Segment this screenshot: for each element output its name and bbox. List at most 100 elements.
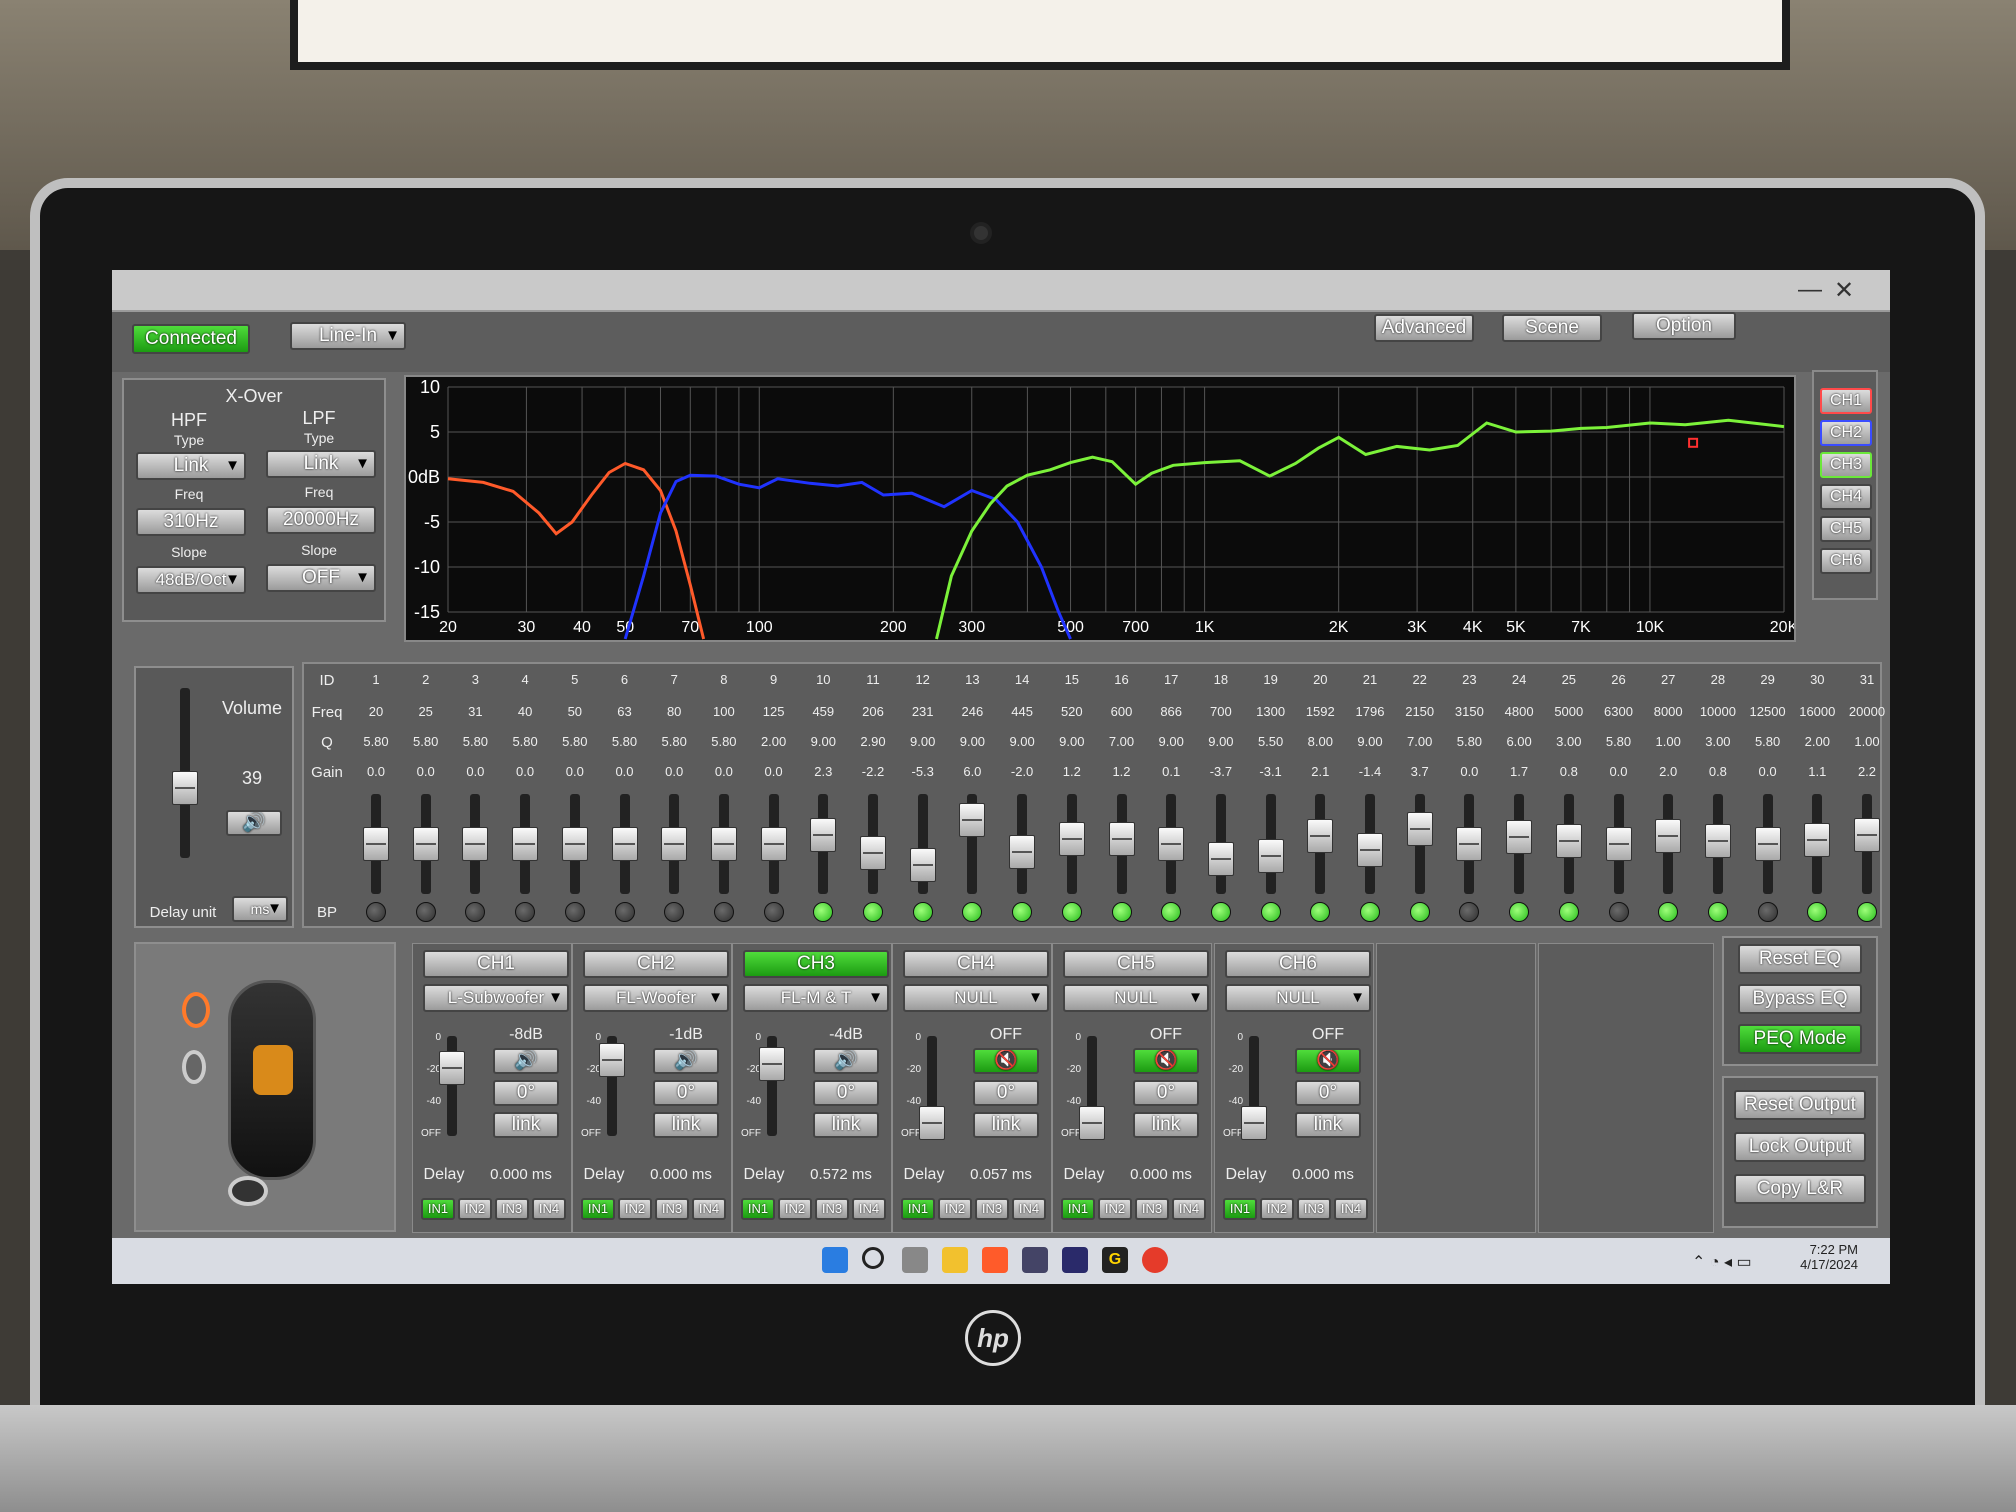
band-gain-fader[interactable]: [1506, 794, 1533, 894]
band-q-value[interactable]: 7.00: [1102, 734, 1142, 749]
input-in2-button[interactable]: IN2: [778, 1198, 812, 1220]
band-gain-fader[interactable]: [1605, 794, 1632, 894]
band-gain-knob[interactable]: [363, 827, 389, 861]
band-bypass-led[interactable]: [1012, 902, 1033, 922]
band-freqs-value[interactable]: 1300: [1251, 704, 1291, 719]
band-freqs-value[interactable]: 10000: [1698, 704, 1738, 719]
band-gain-fader[interactable]: [1207, 794, 1234, 894]
band-freqs-value[interactable]: 16000: [1797, 704, 1837, 719]
speaker-left-rear-icon[interactable]: [182, 1050, 206, 1084]
band-freqs-value[interactable]: 8000: [1648, 704, 1688, 719]
band-freqs-value[interactable]: 125: [754, 704, 794, 719]
band-bypass-led[interactable]: [664, 902, 685, 922]
band-gain-knob[interactable]: [1704, 823, 1731, 858]
band-freqs-value[interactable]: 20000: [1847, 704, 1887, 719]
band-gain-fader[interactable]: [1804, 794, 1831, 894]
band-gain-value[interactable]: 0.0: [654, 764, 694, 779]
band-q-value[interactable]: 9.00: [1151, 734, 1191, 749]
input-in1-button[interactable]: IN1: [901, 1198, 935, 1220]
band-q-value[interactable]: 6.00: [1499, 734, 1539, 749]
channel-name-button[interactable]: CH2: [583, 950, 729, 978]
band-gain-value[interactable]: 0.0: [1449, 764, 1489, 779]
band-gain-fader[interactable]: [860, 794, 886, 894]
band-gain-value[interactable]: 0.0: [455, 764, 495, 779]
band-bypass-led[interactable]: [1509, 902, 1530, 922]
input-in2-button[interactable]: IN2: [1260, 1198, 1294, 1220]
response-plot[interactable]: 1050dB-5-10-1520 30 40 50 70 100 200 300 500 700 1…: [406, 377, 1794, 640]
input-in2-button[interactable]: IN2: [458, 1198, 492, 1220]
input-in4-button[interactable]: IN4: [1172, 1198, 1206, 1220]
band-gain-fader[interactable]: [1009, 794, 1036, 894]
search-icon[interactable]: [862, 1247, 884, 1269]
band-bypass-led[interactable]: [1310, 902, 1331, 922]
band-gain-fader[interactable]: [1456, 794, 1483, 894]
band-bypass-led[interactable]: [713, 902, 734, 922]
master-volume-fader[interactable]: [172, 688, 198, 858]
channel-name-button[interactable]: CH5: [1063, 950, 1209, 978]
link-button[interactable]: link: [813, 1112, 879, 1138]
band-bypass-led[interactable]: [1111, 902, 1132, 922]
band-q-value[interactable]: 9.00: [803, 734, 843, 749]
band-q-value[interactable]: 3.00: [1549, 734, 1589, 749]
band-bypass-led[interactable]: [614, 902, 635, 922]
input-in4-button[interactable]: IN4: [1012, 1198, 1046, 1220]
connection-status-button[interactable]: Connected: [132, 324, 250, 354]
delay-value[interactable]: 0.000 ms: [1275, 1166, 1371, 1183]
band-gain-value[interactable]: 0.0: [1748, 764, 1788, 779]
band-q-value[interactable]: 9.00: [1002, 734, 1042, 749]
phase-button[interactable]: 0°: [493, 1080, 559, 1106]
band-freqs-value[interactable]: 600: [1102, 704, 1142, 719]
band-q-value[interactable]: 9.00: [1201, 734, 1241, 749]
band-q-value[interactable]: 2.90: [853, 734, 893, 749]
input-in2-button[interactable]: IN2: [938, 1198, 972, 1220]
band-gain-fader[interactable]: [1357, 794, 1383, 894]
band-freqs-value[interactable]: 25: [406, 704, 446, 719]
channel-level-fader[interactable]: [1079, 1036, 1105, 1140]
channel-mute-button[interactable]: 🔊: [653, 1048, 719, 1074]
file-explorer-icon[interactable]: [942, 1247, 968, 1273]
channel-mute-button[interactable]: 🔊: [493, 1048, 559, 1074]
link-button[interactable]: link: [973, 1112, 1039, 1138]
band-bypass-led[interactable]: [962, 902, 983, 922]
band-gain-fader[interactable]: [412, 794, 439, 894]
band-bypass-led[interactable]: [1161, 902, 1182, 922]
band-gain-knob[interactable]: [1406, 812, 1433, 847]
copy-lr-button[interactable]: Copy L&R: [1734, 1174, 1866, 1204]
band-bypass-led[interactable]: [813, 902, 834, 922]
band-gain-knob[interactable]: [1108, 822, 1135, 857]
rew-icon[interactable]: [1062, 1247, 1088, 1273]
band-freqs-value[interactable]: 5000: [1549, 704, 1589, 719]
delay-value[interactable]: 0.572 ms: [793, 1166, 889, 1183]
band-freqs-value[interactable]: 100: [704, 704, 744, 719]
speaker-type-select[interactable]: FL-M & T: [743, 984, 889, 1012]
band-q-value[interactable]: 5.80: [1748, 734, 1788, 749]
band-gain-fader[interactable]: [1257, 794, 1284, 894]
channel-name-button[interactable]: CH6: [1225, 950, 1371, 978]
band-bypass-led[interactable]: [863, 902, 883, 922]
input-in2-button[interactable]: IN2: [618, 1198, 652, 1220]
band-gain-value[interactable]: 2.0: [1648, 764, 1688, 779]
band-bypass-led[interactable]: [1707, 902, 1728, 922]
band-gain-fader[interactable]: [1754, 794, 1781, 894]
channel-level-knob[interactable]: [599, 1043, 625, 1077]
channel-level-knob[interactable]: [1079, 1106, 1105, 1140]
band-q-value[interactable]: 2.00: [1797, 734, 1837, 749]
channel-name-button[interactable]: CH4: [903, 950, 1049, 978]
band-gain-knob[interactable]: [1754, 827, 1781, 861]
band-q-value[interactable]: 5.80: [505, 734, 545, 749]
channel-mute-button[interactable]: 🔇: [1133, 1048, 1199, 1074]
band-gain-fader[interactable]: [1854, 794, 1880, 894]
band-q-value[interactable]: 1.00: [1847, 734, 1887, 749]
band-gain-value[interactable]: 1.1: [1797, 764, 1837, 779]
band-gain-fader[interactable]: [710, 794, 737, 894]
band-bypass-led[interactable]: [564, 902, 585, 922]
ch5-select-button[interactable]: CH5: [1820, 516, 1872, 542]
band-bypass-led[interactable]: [1608, 902, 1629, 922]
input-in4-button[interactable]: IN4: [1334, 1198, 1368, 1220]
band-q-value[interactable]: 9.00: [1052, 734, 1092, 749]
band-bypass-led[interactable]: [465, 902, 486, 922]
speaker-type-select[interactable]: NULL: [903, 984, 1049, 1012]
band-q-value[interactable]: 5.80: [555, 734, 595, 749]
band-gain-value[interactable]: -3.7: [1201, 764, 1241, 779]
band-q-value[interactable]: 8.00: [1300, 734, 1340, 749]
